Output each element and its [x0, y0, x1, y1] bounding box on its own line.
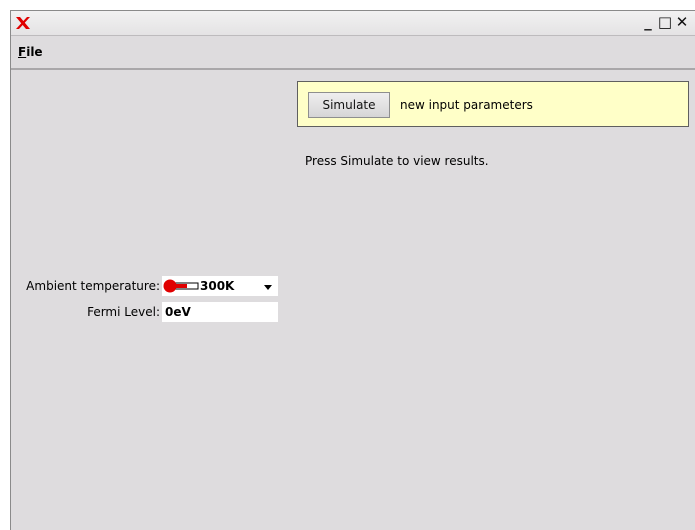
status-text: Press Simulate to view results. — [305, 154, 489, 168]
simulate-button[interactable]: Simulate — [308, 92, 390, 118]
x11-logo-icon — [16, 17, 30, 29]
temperature-select[interactable]: 300K — [162, 276, 278, 296]
minimize-button[interactable]: _ — [640, 14, 656, 31]
simulate-message: new input parameters — [400, 98, 533, 112]
ambient-temperature-label: Ambient temperature: — [26, 279, 160, 293]
menu-bar: File — [11, 36, 695, 70]
fermi-level-field[interactable]: 0eV — [162, 302, 278, 322]
maximize-icon: □ — [657, 13, 673, 31]
chevron-down-icon — [264, 285, 272, 290]
app-window: _ □ ✕ File Simulate new input parameters… — [10, 10, 695, 530]
menu-file-mnemonic: F — [18, 45, 27, 59]
temperature-value: 300K — [200, 279, 235, 293]
title-bar[interactable]: _ □ ✕ — [11, 11, 695, 36]
simulate-panel: Simulate new input parameters — [297, 81, 689, 127]
close-button[interactable]: ✕ — [674, 14, 690, 31]
maximize-button[interactable]: □ — [657, 14, 673, 31]
minimize-icon: _ — [644, 13, 652, 31]
fermi-level-label: Fermi Level: — [87, 305, 160, 319]
close-icon: ✕ — [675, 13, 689, 31]
menu-file-label: ile — [26, 45, 43, 59]
thermometer-icon — [163, 279, 199, 293]
menu-file[interactable]: File — [18, 45, 43, 59]
